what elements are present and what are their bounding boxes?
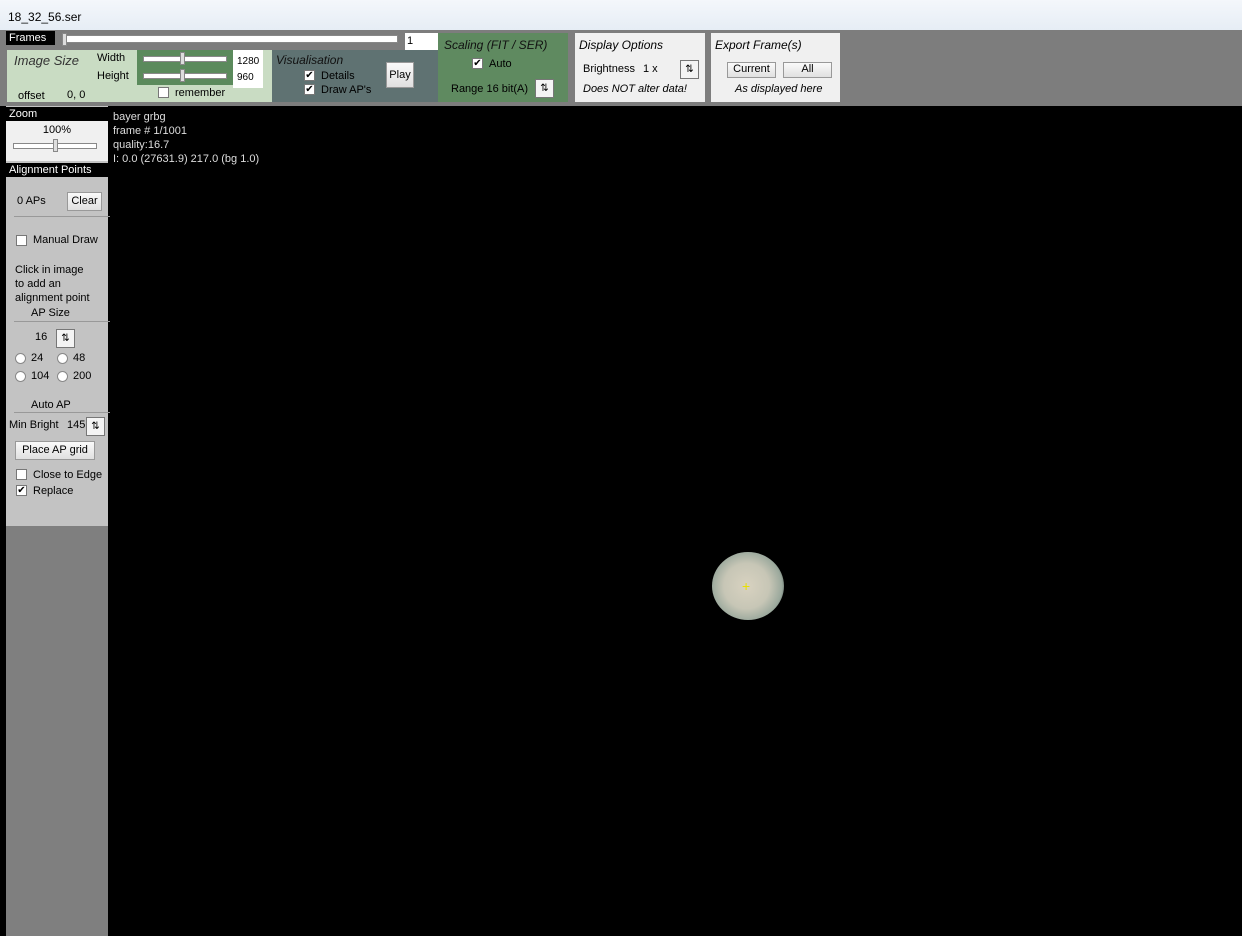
min-bright-label: Min Bright — [9, 419, 59, 431]
ap-size-option-label: 104 — [31, 370, 50, 382]
auto-checkbox[interactable]: ✔ — [472, 58, 483, 69]
frames-label: Frames — [6, 31, 55, 45]
range-spinner-icon[interactable]: ⇅ — [535, 79, 554, 98]
play-button[interactable]: Play — [386, 62, 414, 88]
ap-size-radio-200[interactable] — [57, 371, 68, 382]
ap-crosshair-icon: + — [742, 578, 751, 594]
height-value: 960 — [237, 72, 254, 83]
brightness-spinner-icon[interactable]: ⇅ — [680, 60, 699, 79]
ap-size-label: AP Size — [31, 307, 70, 319]
ap-size-option-label: 48 — [73, 352, 86, 364]
scaling-title: Scaling (FIT / SER) — [444, 38, 548, 52]
export-current-button[interactable]: Current — [727, 62, 776, 78]
clear-aps-button[interactable]: Clear — [67, 192, 102, 211]
ap-size-value: 16 — [35, 331, 48, 343]
ap-hint: Click in image to add an alignment point — [15, 264, 90, 304]
offset-value: 0, 0 — [67, 89, 86, 101]
remember-label: remember — [175, 87, 226, 99]
manual-draw-label: Manual Draw — [33, 234, 98, 246]
image-size-title: Image Size — [14, 53, 80, 68]
frames-slider-thumb[interactable] — [62, 33, 67, 46]
details-label: Details — [321, 70, 355, 82]
range-label: Range 16 bit(A) — [451, 83, 529, 95]
export-all-button[interactable]: All — [783, 62, 832, 78]
remember-checkbox[interactable] — [158, 87, 169, 98]
min-bright-spinner-icon[interactable]: ⇅ — [86, 417, 105, 436]
visualisation-title: Visualisation — [276, 53, 344, 67]
width-label: Width — [97, 52, 126, 64]
zoom-slider-thumb[interactable] — [53, 139, 58, 152]
ap-header: Alignment Points — [6, 163, 108, 177]
toolbar: Frames 1 Image Size Width Height 1280 96… — [0, 30, 1242, 106]
height-slider-thumb[interactable] — [180, 69, 185, 82]
ap-size-radio-48[interactable] — [57, 353, 68, 364]
replace-checkbox[interactable]: ✔ — [16, 485, 27, 496]
image-view[interactable]: + — [108, 106, 1242, 936]
ap-size-option-label: 24 — [31, 352, 44, 364]
width-slider[interactable] — [143, 52, 227, 65]
draw-aps-label: Draw AP's — [321, 84, 372, 96]
auto-label: Auto — [489, 58, 512, 70]
ap-size-spinner-icon[interactable]: ⇅ — [56, 329, 75, 348]
auto-ap-label: Auto AP — [31, 399, 71, 411]
manual-draw-checkbox[interactable] — [16, 235, 27, 246]
frames-slider[interactable] — [62, 33, 398, 46]
brightness-value: 1 x — [643, 63, 658, 75]
ap-size-radio-24[interactable] — [15, 353, 26, 364]
close-to-edge-checkbox[interactable] — [16, 469, 27, 480]
replace-label: Replace — [33, 485, 74, 497]
draw-aps-checkbox[interactable]: ✔ — [304, 84, 315, 95]
zoom-slider[interactable] — [13, 139, 97, 152]
scaling-panel: Scaling (FIT / SER) ✔ Auto Range 16 bit(… — [438, 33, 568, 102]
ap-size-radio-104[interactable] — [15, 371, 26, 382]
ap-count: 0 APs — [17, 195, 46, 207]
offset-label: offset — [18, 90, 45, 102]
min-bright-value: 145 — [67, 419, 86, 431]
display-note: Does NOT alter data! — [583, 83, 687, 95]
sidebar: Zoom 100% Alignment Points 0 APs Clear M… — [6, 106, 110, 526]
brightness-label: Brightness — [583, 63, 635, 75]
details-checkbox[interactable]: ✔ — [304, 70, 315, 81]
display-options-panel: Display Options Brightness 1 x ⇅ Does NO… — [575, 33, 705, 102]
size-values: 1280 960 — [233, 50, 263, 88]
image-size-panel: Image Size Width Height 1280 960 offset … — [7, 50, 272, 102]
size-sliders — [137, 50, 233, 85]
width-slider-thumb[interactable] — [180, 52, 185, 65]
export-title: Export Frame(s) — [715, 38, 802, 52]
ap-size-option-label: 200 — [73, 370, 92, 382]
export-panel: Export Frame(s) Current All As displayed… — [711, 33, 840, 102]
height-label: Height — [97, 70, 129, 82]
width-value: 1280 — [237, 56, 260, 67]
zoom-value: 100% — [42, 124, 72, 136]
display-title: Display Options — [579, 38, 664, 52]
close-to-edge-label: Close to Edge — [33, 469, 103, 481]
window-title: 18_32_56.ser — [8, 10, 82, 24]
visualisation-panel: Visualisation ✔ Details ✔ Draw AP's Play — [272, 50, 438, 102]
height-slider[interactable] — [143, 69, 227, 82]
zoom-panel: 100% — [6, 121, 108, 161]
zoom-header: Zoom — [6, 107, 108, 121]
place-ap-grid-button[interactable]: Place AP grid — [15, 441, 95, 460]
sidebar-empty — [6, 526, 108, 936]
export-note: As displayed here — [735, 83, 823, 95]
title-bar: 18_32_56.ser — [0, 0, 1242, 30]
